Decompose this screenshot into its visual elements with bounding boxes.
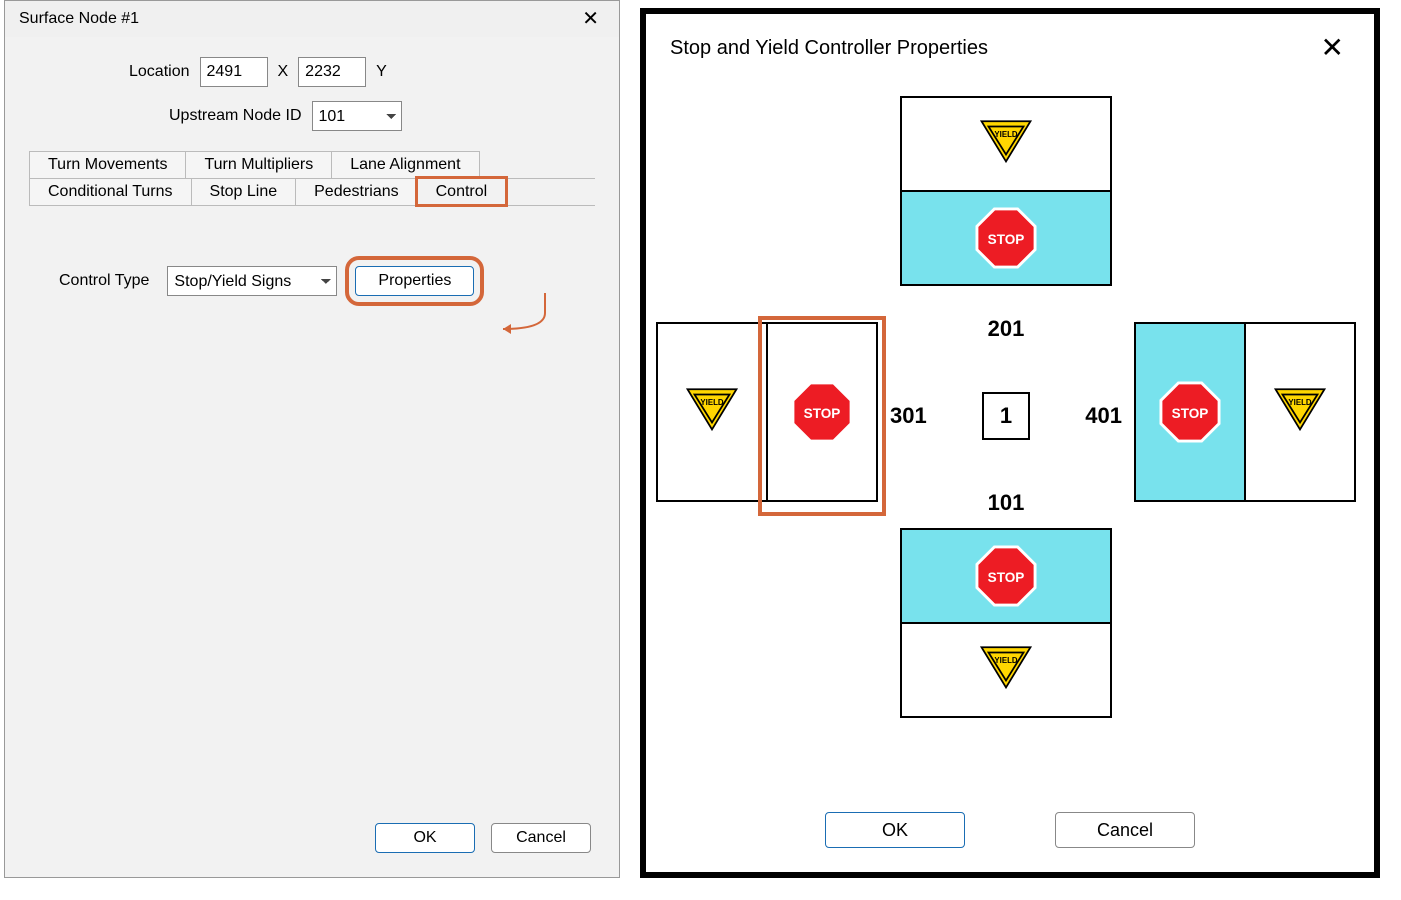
location-x-input[interactable] [200, 57, 268, 87]
tab-lane-alignment[interactable]: Lane Alignment [331, 151, 479, 178]
location-label: Location [129, 63, 190, 81]
node-id-east: 401 [1085, 403, 1122, 429]
control-type-label: Control Type [59, 272, 149, 290]
properties-button[interactable]: Properties [355, 266, 474, 296]
tab-conditional-turns[interactable]: Conditional Turns [29, 178, 192, 205]
dialog-title: Stop and Yield Controller Properties [670, 37, 988, 60]
upstream-node-select[interactable]: 101 [312, 101, 402, 131]
close-icon[interactable]: ✕ [1315, 32, 1350, 64]
cancel-button[interactable]: Cancel [491, 823, 591, 853]
node-id-center[interactable]: 1 [982, 392, 1030, 440]
yield-sign-icon [1272, 384, 1328, 440]
stop-sign-icon [975, 545, 1037, 607]
approach-south [900, 528, 1112, 718]
title-bar: Surface Node #1 ✕ [5, 1, 619, 37]
north-yield-cell[interactable] [902, 98, 1110, 190]
center-node-ids: 201 101 301 401 1 [890, 316, 1122, 516]
yield-sign-icon [684, 384, 740, 440]
title-bar: Stop and Yield Controller Properties ✕ [646, 14, 1374, 76]
tab-pedestrians[interactable]: Pedestrians [295, 178, 418, 205]
close-icon[interactable]: ✕ [576, 7, 605, 31]
approach-north [900, 96, 1112, 286]
upstream-label: Upstream Node ID [169, 107, 302, 125]
stop-sign-icon [1159, 381, 1221, 443]
west-yield-cell[interactable] [658, 324, 766, 500]
yield-sign-icon [978, 116, 1034, 172]
yield-sign-icon [978, 642, 1034, 698]
ok-button[interactable]: OK [375, 823, 475, 853]
surface-node-dialog: Surface Node #1 ✕ Location X Y Upstream … [4, 0, 620, 878]
x-label: X [278, 63, 289, 81]
tab-strip: Turn Movements Turn Multipliers Lane Ali… [29, 151, 595, 206]
location-y-input[interactable] [298, 57, 366, 87]
dialog-title: Surface Node #1 [19, 10, 139, 28]
tab-turn-multipliers[interactable]: Turn Multipliers [185, 151, 332, 178]
ok-button[interactable]: OK [825, 812, 965, 848]
approach-east [1134, 322, 1356, 502]
stop-sign-icon [975, 207, 1037, 269]
tab-turn-movements[interactable]: Turn Movements [29, 151, 186, 178]
control-type-select[interactable]: Stop/Yield Signs [167, 266, 337, 296]
north-stop-cell[interactable] [902, 190, 1110, 284]
node-id-south: 101 [988, 490, 1025, 516]
approach-west [656, 322, 878, 502]
node-id-north: 201 [988, 316, 1025, 342]
east-yield-cell[interactable] [1244, 324, 1354, 500]
stop-yield-properties-dialog: Stop and Yield Controller Properties ✕ [640, 8, 1380, 878]
tab-stop-line[interactable]: Stop Line [191, 178, 297, 205]
y-label: Y [376, 63, 387, 81]
tab-control[interactable]: Control [417, 178, 507, 205]
east-stop-cell[interactable] [1136, 324, 1244, 500]
stop-sign-icon [791, 381, 853, 443]
west-stop-cell[interactable] [766, 324, 876, 500]
south-yield-cell[interactable] [902, 622, 1110, 716]
cancel-button[interactable]: Cancel [1055, 812, 1195, 848]
south-stop-cell[interactable] [902, 530, 1110, 622]
annotation-arrow-icon [485, 291, 565, 341]
node-id-west: 301 [890, 403, 927, 429]
